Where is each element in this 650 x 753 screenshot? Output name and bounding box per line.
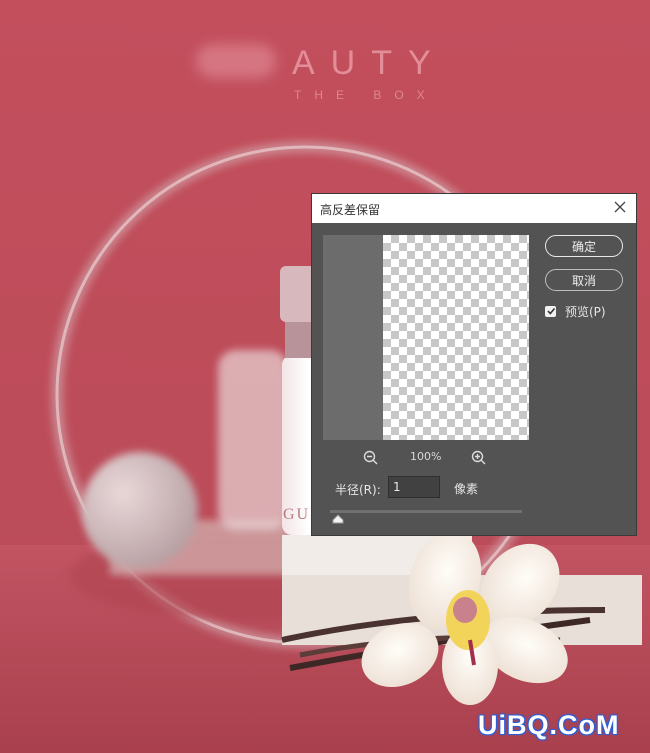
transparency-checkerboard bbox=[383, 235, 529, 440]
radius-slider-track[interactable] bbox=[330, 510, 522, 513]
checkmark-icon bbox=[547, 307, 556, 315]
cancel-button[interactable]: 取消 bbox=[545, 269, 623, 291]
preview-checkbox-label[interactable]: 预览(P) bbox=[565, 303, 606, 320]
brand-text: AUTY bbox=[292, 44, 447, 82]
radius-label: 半径(R): bbox=[335, 483, 381, 497]
radius-input[interactable] bbox=[388, 476, 440, 498]
watermark: UiBQ.CoM bbox=[478, 710, 620, 740]
zoom-out-icon[interactable] bbox=[362, 449, 380, 467]
dialog-titlebar[interactable]: 高反差保留 bbox=[312, 194, 636, 223]
ok-button[interactable]: 确定 bbox=[545, 235, 623, 257]
zoom-level: 100% bbox=[410, 450, 442, 463]
radius-slider-thumb[interactable] bbox=[332, 514, 344, 524]
dialog-title: 高反差保留 bbox=[320, 203, 381, 217]
preview-checkbox[interactable] bbox=[545, 306, 556, 317]
zoom-in-icon[interactable] bbox=[470, 449, 488, 467]
brand-blurred-letters bbox=[196, 44, 276, 78]
brand-subtitle: THE BOX bbox=[294, 88, 438, 102]
close-icon[interactable] bbox=[612, 199, 628, 215]
radius-unit: 像素 bbox=[454, 482, 479, 496]
high-pass-dialog: 高反差保留 100% 确定 取消 预览(P) 半径(R): 像素 bbox=[312, 194, 636, 535]
